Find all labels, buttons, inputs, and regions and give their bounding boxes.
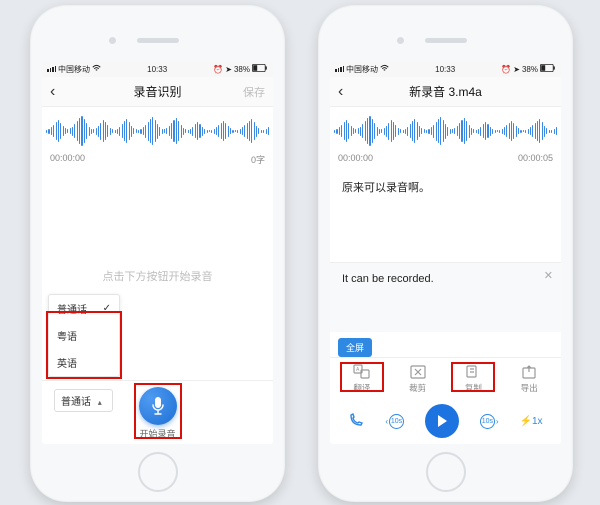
alarm-icon: ⏰	[501, 65, 511, 74]
phone-speaker	[137, 38, 179, 43]
action-copy[interactable]: 复制	[451, 364, 495, 394]
play-button[interactable]	[425, 404, 459, 438]
phone-speaker	[425, 38, 467, 43]
carrier-label: 中国移动	[58, 64, 90, 75]
wifi-icon	[380, 64, 389, 74]
bottom-bar: 普通话 开始录音	[42, 380, 273, 444]
lang-option-cantonese[interactable]: 粤语	[49, 322, 119, 349]
trim-icon	[409, 364, 427, 380]
page-title: 新录音 3.m4a	[368, 83, 523, 100]
translation-text: It can be recorded.	[342, 273, 549, 285]
language-selector[interactable]: 普通话	[54, 389, 113, 412]
time-start: 00:00:00	[50, 153, 85, 166]
check-icon: ✓	[103, 303, 111, 314]
seek-forward-button[interactable]: 10s›	[480, 414, 499, 429]
carrier-label: 中国移动	[346, 64, 378, 75]
seek-fwd-label: 10s	[480, 414, 495, 429]
action-trim[interactable]: 裁剪	[396, 364, 440, 394]
call-icon[interactable]	[348, 412, 364, 431]
fullscreen-button[interactable]: 全屏	[338, 338, 372, 357]
export-icon	[520, 364, 538, 380]
speed-label: ⚡1x	[519, 416, 542, 427]
phone-camera	[109, 37, 116, 44]
action-label: 裁剪	[409, 382, 426, 394]
waveform	[42, 107, 273, 151]
lang-option-label: 英语	[57, 355, 77, 370]
time-end: 00:00:05	[518, 153, 553, 163]
screen-right: 中国移动 10:33 ⏰ ➤ 38% ‹ 新录音 3.m4a 00:00:0	[330, 61, 561, 444]
phone-camera	[397, 37, 404, 44]
language-popup: 普通话 ✓ 粤语 英语	[48, 294, 120, 377]
nav-bar: ‹ 新录音 3.m4a	[330, 77, 561, 107]
signal-icon	[335, 66, 344, 72]
lang-option-label: 普通话	[57, 301, 87, 316]
seek-back-label: 10s	[389, 414, 404, 429]
status-bar: 中国移动 10:33 ⏰ ➤ 38%	[330, 61, 561, 77]
playback-row: ‹10s 10s› ⚡1x	[330, 398, 561, 444]
lang-option-label: 粤语	[57, 328, 77, 343]
phone-mockup-left: 中国移动 10:33 ⏰ ➤ 38% ‹ 录音识别 保存 00:00:00	[30, 5, 285, 502]
lang-option-mandarin[interactable]: 普通话 ✓	[49, 295, 119, 322]
battery-percent: 38%	[522, 65, 538, 74]
action-export[interactable]: 导出	[507, 364, 551, 394]
battery-icon	[252, 64, 268, 74]
nav-bar: ‹ 录音识别 保存	[42, 77, 273, 107]
action-translate[interactable]: A 翻译	[340, 364, 384, 394]
location-icon: ➤	[225, 65, 232, 74]
wifi-icon	[92, 64, 101, 74]
time-start: 00:00:00	[338, 153, 373, 163]
screen-left: 中国移动 10:33 ⏰ ➤ 38% ‹ 录音识别 保存 00:00:00	[42, 61, 273, 444]
language-selected: 普通话	[61, 397, 91, 408]
word-count: 0字	[251, 153, 265, 166]
alarm-icon: ⏰	[213, 65, 223, 74]
action-label: 复制	[465, 382, 482, 394]
action-row: A 翻译 裁剪 复制 导出	[330, 357, 561, 398]
time-row: 00:00:00 0字	[42, 151, 273, 172]
microphone-icon	[150, 396, 166, 416]
translation-panel: ✕ It can be recorded.	[330, 262, 561, 332]
save-button[interactable]: 保存	[235, 84, 265, 100]
action-label: 导出	[521, 382, 538, 394]
phone-mockup-right: 中国移动 10:33 ⏰ ➤ 38% ‹ 新录音 3.m4a 00:00:0	[318, 5, 573, 502]
transcript-placeholder-area: 点击下方按钮开始录音 普通话 ✓ 粤语 英语	[42, 172, 273, 380]
page-title: 录音识别	[80, 83, 235, 100]
signal-icon	[47, 66, 56, 72]
home-button[interactable]	[426, 452, 466, 492]
record-label: 开始录音	[139, 427, 175, 440]
location-icon: ➤	[513, 65, 520, 74]
translate-icon: A	[353, 364, 371, 380]
home-button[interactable]	[138, 452, 178, 492]
svg-text:A: A	[356, 367, 360, 373]
lang-option-english[interactable]: 英语	[49, 349, 119, 376]
battery-percent: 38%	[234, 65, 250, 74]
play-icon	[436, 414, 448, 428]
fullscreen-label: 全屏	[346, 343, 364, 353]
clock: 10:33	[147, 65, 167, 74]
back-button[interactable]: ‹	[50, 83, 80, 101]
seek-back-button[interactable]: ‹10s	[385, 414, 404, 429]
close-icon[interactable]: ✕	[544, 269, 553, 282]
transcript-text[interactable]: 原来可以录音啊。	[330, 169, 561, 239]
placeholder-text: 点击下方按钮开始录音	[103, 268, 213, 284]
action-label: 翻译	[353, 382, 370, 394]
clock: 10:33	[435, 65, 455, 74]
speed-button[interactable]: ⚡1x	[519, 416, 542, 427]
battery-icon	[540, 64, 556, 74]
status-bar: 中国移动 10:33 ⏰ ➤ 38%	[42, 61, 273, 77]
time-row: 00:00:00 00:00:05	[330, 151, 561, 169]
waveform[interactable]	[330, 107, 561, 151]
copy-icon	[464, 364, 482, 380]
record-button[interactable]	[139, 387, 177, 425]
back-button[interactable]: ‹	[338, 83, 368, 101]
